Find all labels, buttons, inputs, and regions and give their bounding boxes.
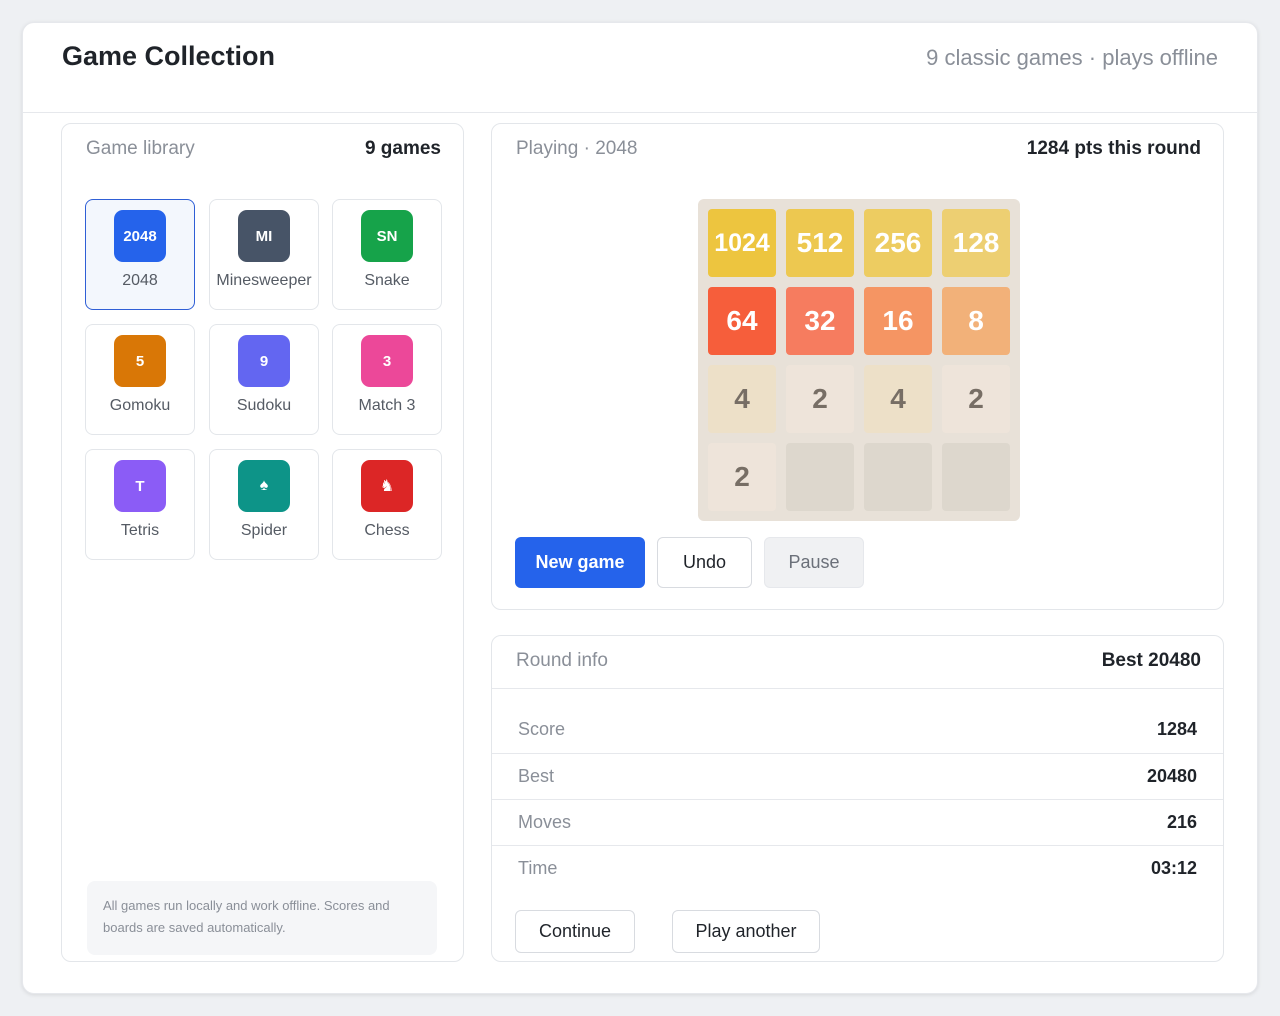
board-tile: 512 (786, 209, 854, 277)
stat-row-time: Time 03:12 (492, 845, 1223, 891)
app-window: Game Collection 9 classic games · plays … (22, 22, 1258, 994)
chess-icon: ♞ (361, 460, 413, 512)
game-tile-label: Spider (240, 522, 288, 539)
board-tile: 4 (708, 365, 776, 433)
game-board[interactable]: 1024 512 256 128 64 32 16 8 4 2 4 2 2 (698, 199, 1020, 521)
board-tile: 64 (708, 287, 776, 355)
board-tile: 32 (786, 287, 854, 355)
game-tile-label: Sudoku (236, 397, 292, 414)
board-tile: 2 (942, 365, 1010, 433)
game-tile-match-3[interactable]: 3 Match 3 (332, 324, 442, 435)
gomoku-icon: 5 (114, 335, 166, 387)
pause-button[interactable]: Pause (764, 537, 864, 588)
game-tile-label: Chess (364, 522, 410, 539)
board-cell-empty (786, 443, 854, 511)
round-info-panel: Round info Best 20480 Score 1284 Best 20480… (491, 635, 1224, 962)
game-tile-label: Minesweeper (216, 272, 312, 289)
stat-row-best: Best 20480 (492, 753, 1223, 799)
app-header: Game Collection 9 classic games · plays … (23, 23, 1257, 113)
snake-icon: SN (361, 210, 413, 262)
game-tile-tetris[interactable]: T Tetris (85, 449, 195, 560)
game-tile-sudoku[interactable]: 9 Sudoku (209, 324, 319, 435)
game-library-panel: Game library 9 games 2048 2048 MI Minesweep… (61, 123, 464, 962)
sudoku-icon: 9 (238, 335, 290, 387)
app-title: Game Collection (62, 41, 276, 71)
game-tile-2048[interactable]: 2048 2048 (85, 199, 195, 310)
board-tile: 256 (864, 209, 932, 277)
board-tile: 4 (864, 365, 932, 433)
app-subtitle: 9 classic games · plays offline (926, 45, 1218, 70)
game-tile-snake[interactable]: SN Snake (332, 199, 442, 310)
stat-row-moves: Moves 216 (492, 799, 1223, 845)
game-tile-minesweeper[interactable]: MI Minesweeper (209, 199, 319, 310)
stat-value: 216 (1166, 812, 1197, 832)
game-tile-label: Match 3 (358, 397, 416, 414)
offline-note: All games run locally and work offline. … (87, 881, 437, 955)
stat-label: Moves (518, 812, 572, 832)
new-game-button[interactable]: New game (515, 537, 645, 588)
board-tile: 8 (942, 287, 1010, 355)
board-tile: 2 (708, 443, 776, 511)
tetris-icon: T (114, 460, 166, 512)
game-panel: Playing · 2048 1284 pts this round 1024 5… (491, 123, 1224, 610)
board-tile: 16 (864, 287, 932, 355)
game-tile-label: Tetris (120, 522, 160, 539)
undo-button[interactable]: Undo (657, 537, 752, 588)
stat-value: 1284 (1156, 719, 1197, 739)
stat-row-score: Score 1284 (492, 707, 1223, 753)
game-tile-gomoku[interactable]: 5 Gomoku (85, 324, 195, 435)
spider-icon: ♠ (238, 460, 290, 512)
continue-button[interactable]: Continue (515, 910, 635, 953)
2048-icon: 2048 (114, 210, 166, 262)
game-title: Playing · 2048 (516, 138, 638, 159)
stat-label: Time (518, 858, 558, 878)
board-tile: 2 (786, 365, 854, 433)
round-points: 1284 pts this round (1026, 138, 1201, 159)
stat-label: Score (518, 719, 566, 739)
library-count: 9 games (364, 138, 441, 159)
board-tile: 128 (942, 209, 1010, 277)
stat-label: Best (518, 766, 555, 786)
game-tile-spider[interactable]: ♠ Spider (209, 449, 319, 560)
board-cell-empty (942, 443, 1010, 511)
game-tile-label: Snake (364, 272, 410, 289)
match-3-icon: 3 (361, 335, 413, 387)
board-cell-empty (864, 443, 932, 511)
play-another-button[interactable]: Play another (672, 910, 820, 953)
stat-value: 03:12 (1150, 858, 1197, 878)
stat-value: 20480 (1146, 766, 1197, 786)
game-tile-chess[interactable]: ♞ Chess (332, 449, 442, 560)
round-info-title: Round info (516, 650, 608, 671)
minesweeper-icon: MI (238, 210, 290, 262)
best-score-header: Best 20480 (1101, 650, 1201, 671)
library-title: Game library (86, 138, 195, 159)
divider (492, 688, 1223, 689)
game-tile-label: Gomoku (109, 397, 171, 414)
game-tile-label: 2048 (122, 272, 158, 289)
board-tile: 1024 (708, 209, 776, 277)
